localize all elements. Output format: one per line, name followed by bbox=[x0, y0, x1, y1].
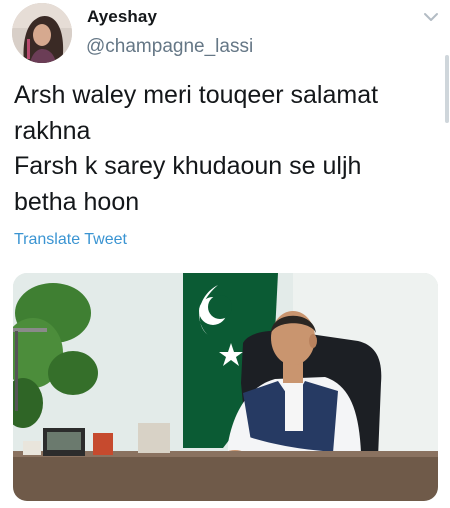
chevron-down-icon[interactable] bbox=[423, 11, 439, 23]
avatar-photo bbox=[12, 3, 72, 63]
author-handle[interactable]: @champagne_lassi bbox=[86, 36, 253, 58]
scrollbar[interactable] bbox=[445, 55, 449, 123]
tweet-text: Arsh waley meri touqeer salamat rakhna F… bbox=[14, 78, 439, 220]
translate-tweet-link[interactable]: Translate Tweet bbox=[14, 231, 127, 249]
tweet-text-line: Farsh k sarey khudaoun se uljh bbox=[14, 152, 362, 180]
tweet-media[interactable] bbox=[13, 273, 438, 501]
author-display-name[interactable]: Ayeshay bbox=[87, 7, 157, 27]
tweet-text-line: Arsh waley meri touqeer salamat bbox=[14, 81, 379, 109]
office-photo bbox=[13, 273, 438, 501]
tweet-text-line: rakhna bbox=[14, 116, 91, 145]
avatar[interactable] bbox=[12, 3, 72, 63]
tweet-text-line: betha hoon bbox=[14, 187, 140, 216]
